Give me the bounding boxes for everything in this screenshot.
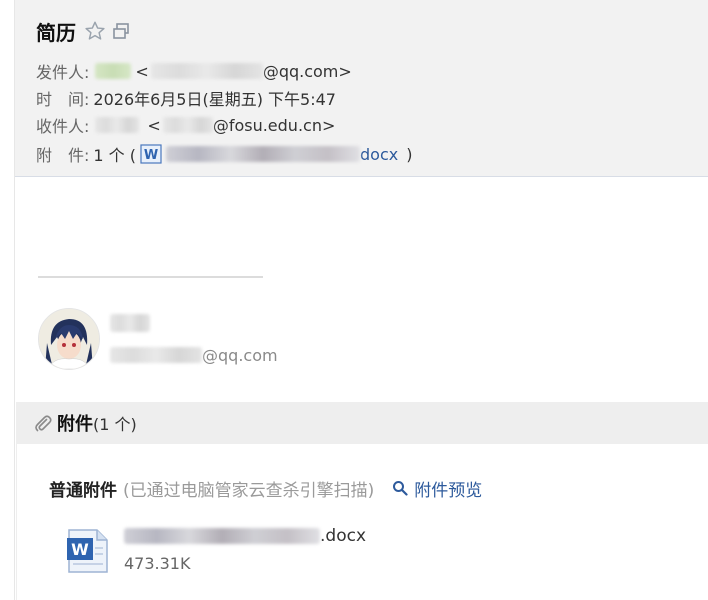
signature-email: @qq.com: [110, 344, 278, 366]
signature-divider: [38, 276, 263, 278]
avatar: [38, 308, 100, 370]
attachment-file-name[interactable]: .docx: [124, 524, 366, 548]
search-icon: [393, 481, 408, 496]
sender-row: 发件人: < @qq.com>: [36, 59, 352, 83]
subject-row: 简历: [36, 16, 130, 46]
scan-note: (已通过电脑管家云查杀引擎扫描): [123, 480, 375, 501]
attach-ext[interactable]: docx: [360, 145, 398, 164]
mail-header: 简历 发件人: < @qq.com> 时 间: 2026年6月5日(星期五) 下…: [15, 0, 708, 177]
normal-attachments-label: 普通附件: [49, 480, 117, 501]
signature-name-redacted: [110, 314, 150, 332]
attachments-body: 普通附件 (已通过电脑管家云查杀引擎扫描) 附件预览 W .docx 473.3…: [16, 444, 708, 600]
sender-email-suffix[interactable]: @qq.com>: [263, 62, 352, 81]
sender-label: 发件人:: [36, 63, 90, 82]
svg-text:W: W: [144, 148, 158, 163]
attachment-preview-label[interactable]: 附件预览: [414, 476, 482, 501]
attach-label: 附 件:: [36, 146, 90, 165]
recipient-row: 收件人: < @fosu.edu.cn>: [36, 113, 335, 137]
time-value: 2026年6月5日(星期五) 下午5:47: [93, 90, 336, 109]
signature-email-redacted: [110, 347, 202, 363]
attachments-count: (1 个): [93, 415, 137, 434]
attachment-preview-link[interactable]: 附件预览: [392, 476, 482, 501]
popout-window-icon[interactable]: [112, 22, 130, 40]
attachments-header: 附件 (1 个): [16, 402, 708, 444]
sender-name-redacted: [95, 63, 132, 79]
sender-email-redacted: [150, 63, 263, 79]
recipient-email-suffix[interactable]: @fosu.edu.cn>: [213, 116, 336, 135]
word-doc-icon[interactable]: W: [140, 144, 162, 164]
signature-email-suffix: @qq.com: [202, 345, 278, 365]
word-doc-icon[interactable]: W: [65, 526, 111, 576]
recipient-label: 收件人:: [36, 117, 90, 136]
attachment-file-ext[interactable]: .docx: [320, 526, 366, 546]
attach-filename-redacted[interactable]: [166, 146, 361, 162]
attachment-filename-redacted[interactable]: [124, 528, 320, 544]
time-label: 时 间:: [36, 90, 90, 109]
star-icon[interactable]: [84, 20, 106, 42]
attachment-row: 附 件: 1 个 ( W docx ): [36, 142, 412, 166]
normal-attachments-row: 普通附件 (已通过电脑管家云查杀引擎扫描) 附件预览: [49, 476, 482, 501]
time-row: 时 间: 2026年6月5日(星期五) 下午5:47: [36, 86, 336, 110]
attach-count: 1 个 (: [93, 146, 137, 165]
svg-text:W: W: [71, 540, 89, 559]
recipient-email-redacted: [162, 117, 213, 133]
attachments-title: 附件: [57, 414, 93, 435]
mail-subject: 简历: [36, 20, 76, 45]
left-rail: [0, 0, 15, 600]
paperclip-icon: [35, 415, 52, 432]
attachment-file-size: 473.31K: [124, 554, 191, 573]
recipient-name-redacted: [95, 117, 140, 133]
